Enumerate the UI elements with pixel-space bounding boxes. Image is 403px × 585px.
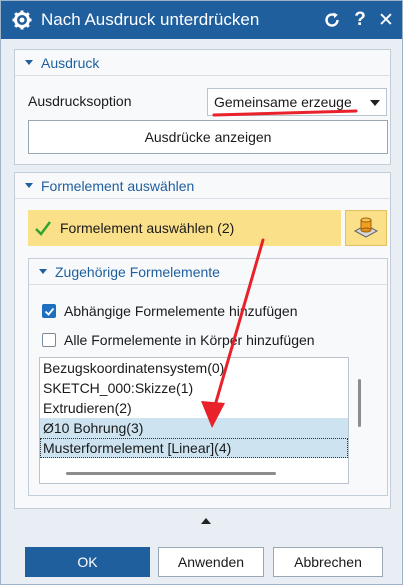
red-underline (212, 109, 358, 117)
red-arrow-line (212, 238, 265, 411)
suppress-by-expression-dialog: Nach Ausdruck unterdrücken ? ✕ Ausdruck … (0, 0, 403, 585)
red-annotation-overlay (201, 109, 358, 428)
red-arrowhead (201, 401, 225, 428)
